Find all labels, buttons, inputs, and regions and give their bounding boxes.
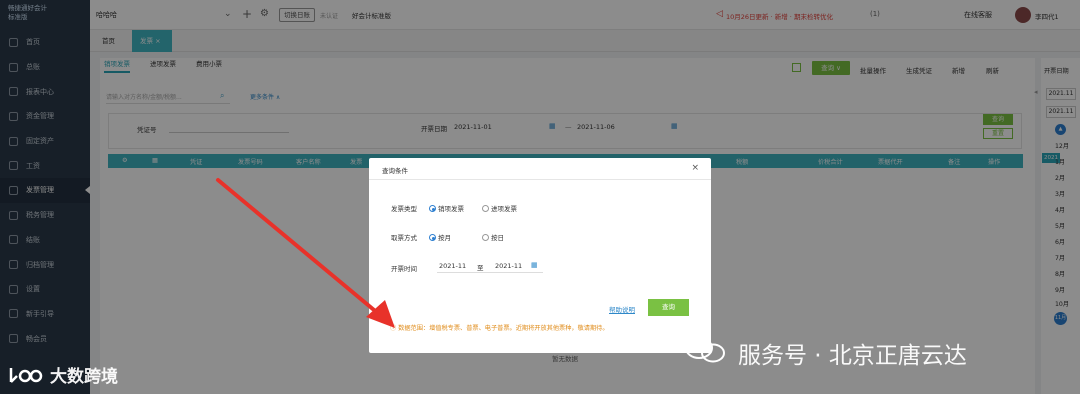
radio-unchecked-icon bbox=[482, 205, 489, 212]
invoice-type-label: 发票类型 bbox=[391, 205, 417, 213]
radio-by-day[interactable]: 按日 bbox=[482, 232, 504, 242]
radio-checked-icon bbox=[429, 234, 436, 241]
close-icon[interactable]: × bbox=[691, 163, 699, 173]
dialog-header: 查询条件 × bbox=[369, 158, 711, 180]
radio-sales-invoice[interactable]: 销项发票 bbox=[429, 203, 464, 213]
time-range-separator: 至 bbox=[477, 264, 484, 272]
calendar-icon[interactable]: ▦ bbox=[531, 261, 538, 269]
radio-input-invoice[interactable]: 进项发票 bbox=[482, 203, 517, 213]
watermark-right: 服务号 · 北京正唐云达 bbox=[738, 343, 967, 369]
query-conditions-dialog: 查询条件 × 发票类型 销项发票 进项发票 取票方式 按月 按日 开票时间 20… bbox=[369, 158, 711, 353]
radio-checked-icon bbox=[429, 205, 436, 212]
issue-time-label: 开票时间 bbox=[391, 265, 417, 273]
wechat-icon bbox=[685, 337, 725, 363]
time-from-input[interactable]: 2021-11 bbox=[439, 262, 466, 270]
radio-by-month[interactable]: 按月 bbox=[429, 232, 451, 242]
dialog-title: 查询条件 bbox=[382, 167, 408, 175]
data-scope-notice: ⓘ 数据范围：增值税专票、普票、电子普票。近期将开放其他票种，敬请期待。 bbox=[390, 325, 609, 332]
time-input-underline bbox=[437, 272, 543, 273]
time-to-input[interactable]: 2021-11 bbox=[495, 262, 522, 270]
dialog-query-button[interactable]: 查询 bbox=[648, 299, 689, 316]
watermark-logo bbox=[9, 368, 43, 383]
watermark-left: 大数跨境 bbox=[50, 367, 118, 387]
radio-unchecked-icon bbox=[482, 234, 489, 241]
fetch-mode-label: 取票方式 bbox=[391, 234, 417, 242]
help-link[interactable]: 帮助说明 bbox=[609, 304, 635, 314]
